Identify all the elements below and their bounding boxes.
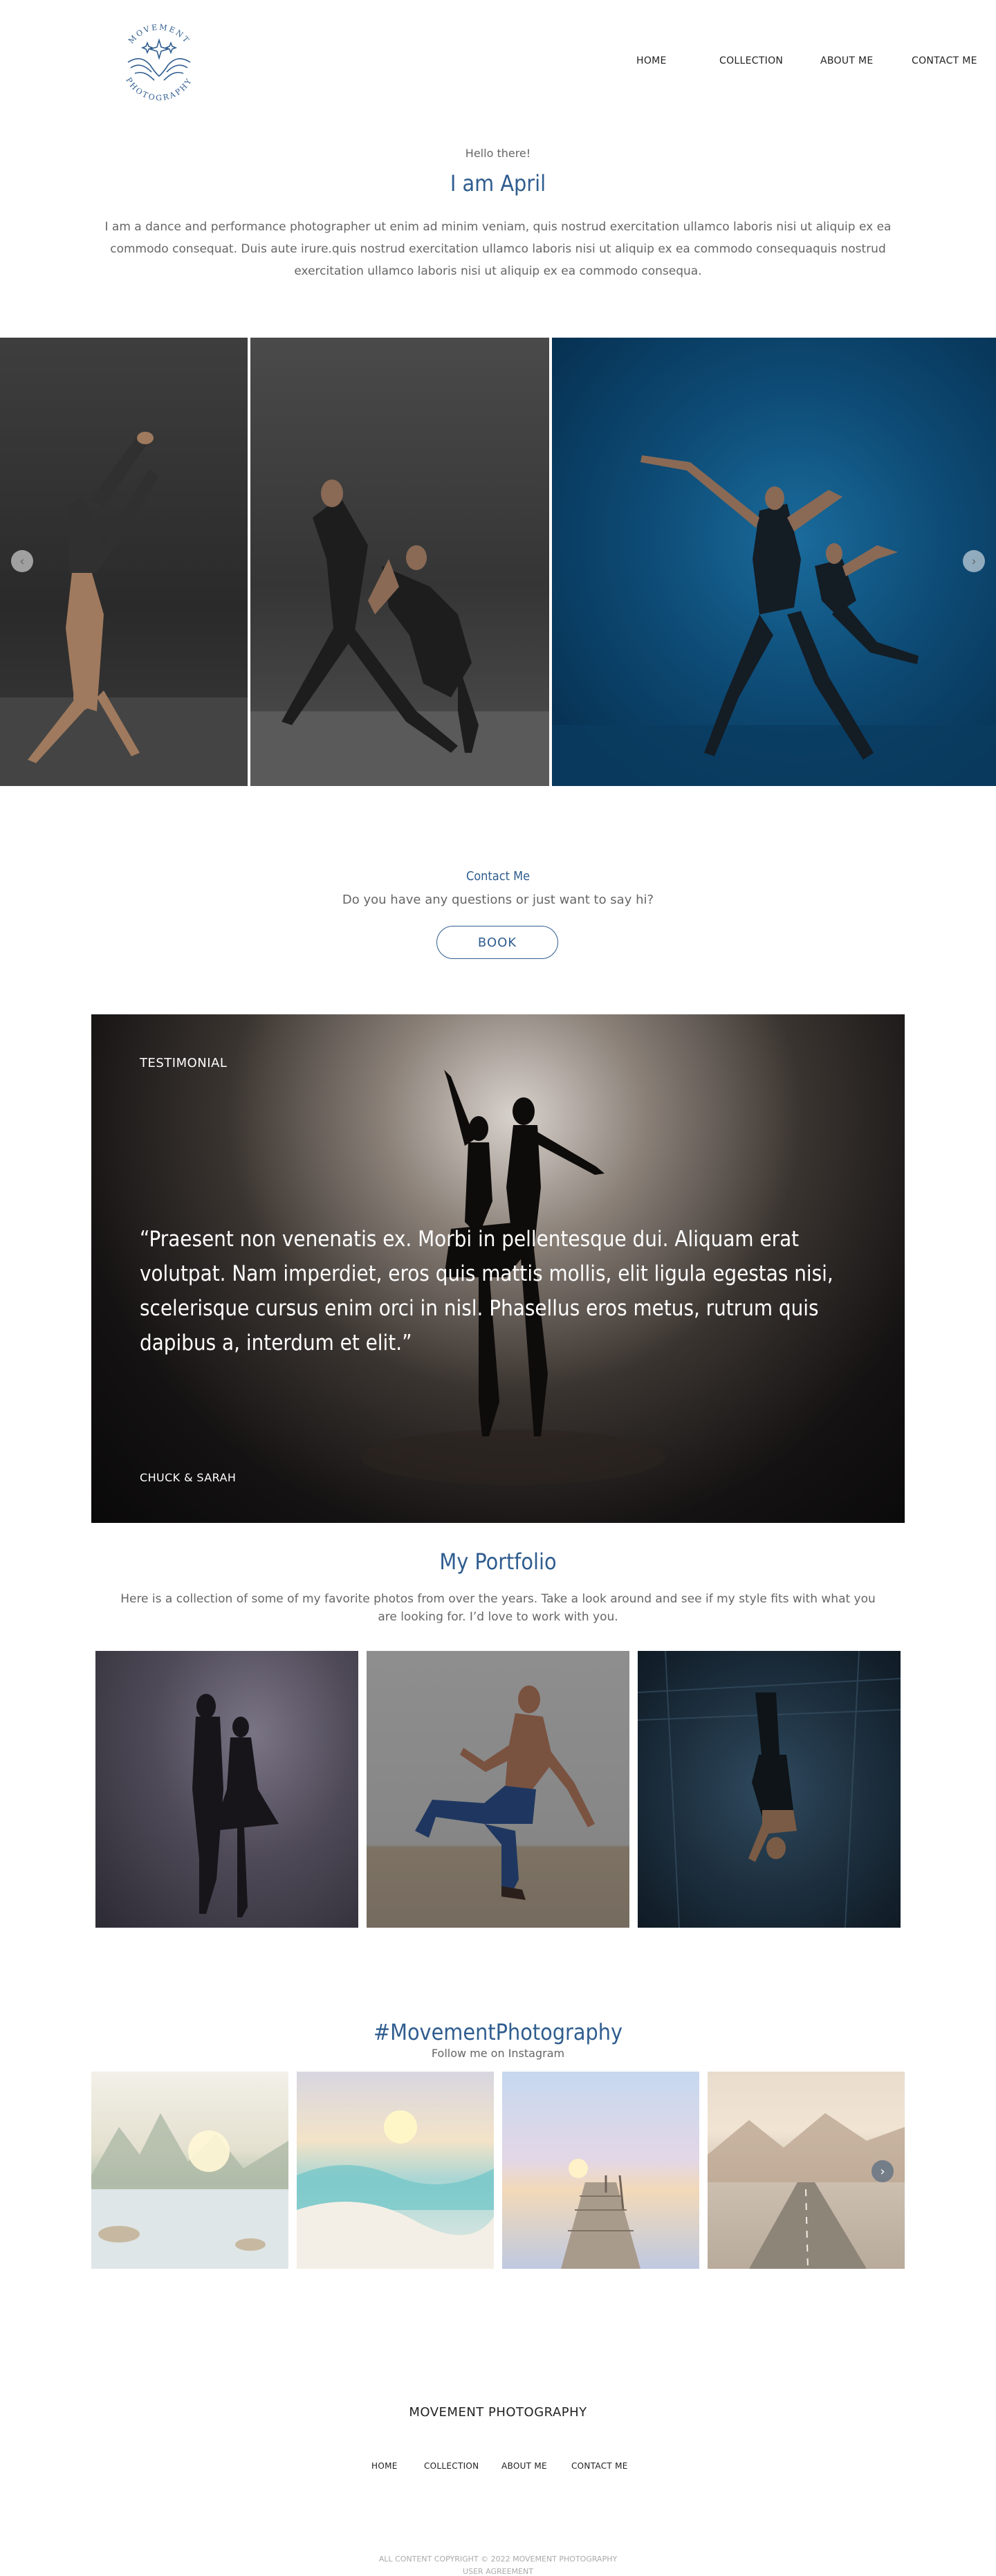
testimonial-label: TESTIMONIAL <box>140 1056 228 1070</box>
logo[interactable]: MOVEMENT PHOTOGRAPHY <box>107 14 211 111</box>
contact-subtitle: Do you have any questions or just want t… <box>342 893 654 907</box>
footer-nav-collection[interactable]: COLLECTION <box>424 2461 479 2471</box>
hero-photo-3 <box>552 338 996 786</box>
hero-photo-2 <box>250 338 549 786</box>
nav-collection[interactable]: COLLECTION <box>719 55 783 66</box>
instagram-title: #MovementPhotography <box>373 2019 623 2045</box>
carousel-prev-button[interactable]: ‹ <box>11 550 33 572</box>
chevron-left-icon: ‹ <box>19 554 25 569</box>
nav-about-me[interactable]: ABOUT ME <box>820 55 874 66</box>
intro-body: I am a dance and performance photographe… <box>104 220 892 278</box>
footer-nav-home[interactable]: HOME <box>371 2461 398 2471</box>
portfolio-body: Here is a collection of some of my favor… <box>120 1592 876 1624</box>
footer-nav-about-me[interactable]: ABOUT ME <box>501 2461 547 2471</box>
svg-text:PHOTOGRAPHY: PHOTOGRAPHY <box>124 76 194 102</box>
footer-nav-contact-me[interactable]: CONTACT ME <box>571 2461 628 2471</box>
footer-brand: MOVEMENT PHOTOGRAPHY <box>409 2405 587 2420</box>
instagram-photo-1[interactable] <box>91 2072 288 2269</box>
carousel-next-button[interactable]: › <box>963 550 985 572</box>
intro-greeting: Hello there! <box>465 147 531 160</box>
footer-copyright: ALL CONTENT COPYRIGHT © 2022 MOVEMENT PH… <box>378 2555 618 2564</box>
footer-user-agreement[interactable]: USER AGREEMENT <box>0 2567 996 2576</box>
hero-photo-1 <box>0 338 248 786</box>
nav-contact-me[interactable]: CONTACT ME <box>912 55 977 66</box>
portfolio-photo-2[interactable] <box>367 1651 629 1928</box>
portfolio-photo-3[interactable] <box>638 1651 901 1928</box>
testimonial-banner: TESTIMONIAL “Praesent non venenatis ex. … <box>91 1014 905 1523</box>
instagram-photo-3[interactable] <box>502 2072 699 2269</box>
instagram-photo-2[interactable] <box>297 2072 494 2269</box>
contact-title: Contact Me <box>465 869 531 884</box>
portfolio-title: My Portfolio <box>439 1549 557 1575</box>
book-button[interactable]: BOOK <box>436 926 558 959</box>
nav-home[interactable]: HOME <box>636 55 667 66</box>
testimonial-quote: “Praesent non venenatis ex. Morbi in pel… <box>140 1227 833 1355</box>
portfolio-photo-1[interactable] <box>95 1651 358 1928</box>
chevron-right-icon: › <box>880 2164 885 2179</box>
logo-emblem-icon: MOVEMENT PHOTOGRAPHY <box>124 23 194 102</box>
chevron-right-icon: › <box>971 554 977 569</box>
testimonial-author: CHUCK & SARAH <box>140 1471 237 1484</box>
instagram-subtitle: Follow me on Instagram <box>431 2047 565 2060</box>
instagram-next-button[interactable]: › <box>872 2160 894 2182</box>
intro-title: I am April <box>450 170 546 197</box>
